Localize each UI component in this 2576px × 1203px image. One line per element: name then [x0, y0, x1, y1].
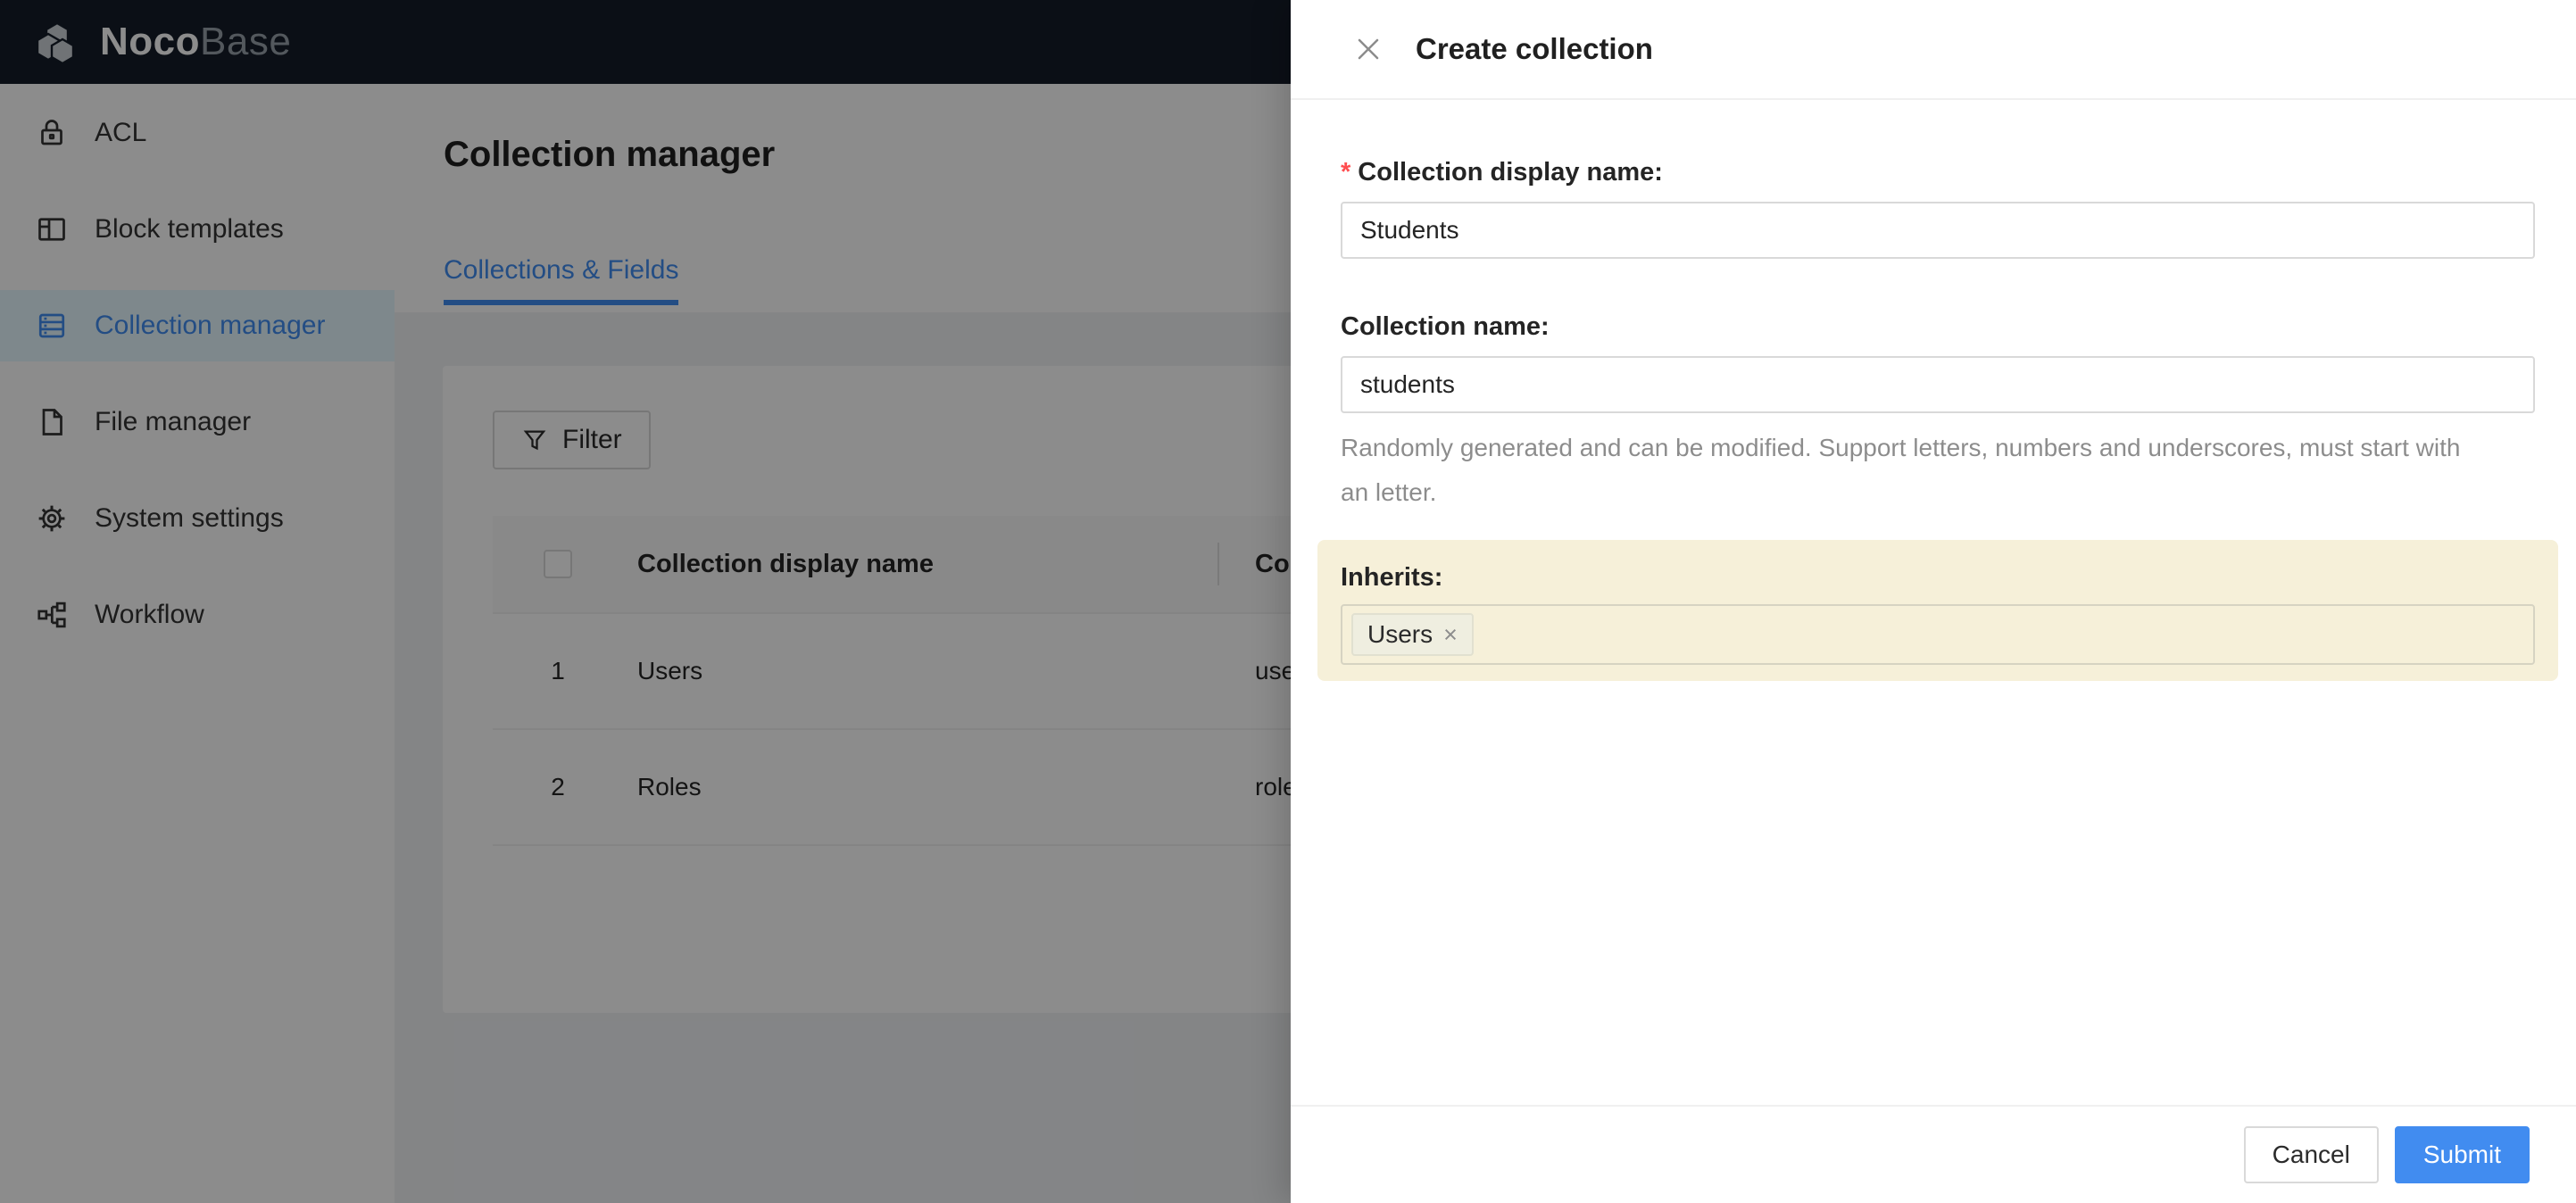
- inherits-label: Inherits:: [1341, 563, 1443, 592]
- required-mark: *: [1341, 158, 1351, 187]
- cancel-button[interactable]: Cancel: [2243, 1126, 2379, 1183]
- tag-label: Users: [1367, 620, 1433, 648]
- create-collection-drawer: Create collection * Collection display na…: [1291, 0, 2576, 1203]
- inherits-select[interactable]: Users ×: [1341, 604, 2535, 665]
- screen: NocoBase ACL Block templates Collection …: [0, 0, 2576, 1203]
- form-item-inherits: Inherits: Users ×: [1317, 540, 2558, 681]
- submit-button[interactable]: Submit: [2394, 1126, 2530, 1183]
- close-icon[interactable]: [1355, 36, 1382, 62]
- form-item-collection-name: Collection name: Randomly generated and …: [1341, 309, 2535, 515]
- display-name-label-text: Collection display name:: [1358, 158, 1663, 187]
- drawer-title: Create collection: [1416, 32, 1653, 65]
- form-item-display-name: * Collection display name:: [1341, 154, 2535, 259]
- collection-name-label: Collection name:: [1341, 312, 1550, 341]
- display-name-input[interactable]: [1341, 202, 2535, 259]
- drawer-footer: Cancel Submit: [1291, 1105, 2576, 1203]
- collection-name-input[interactable]: [1341, 356, 2535, 413]
- display-name-label: * Collection display name:: [1341, 154, 2535, 190]
- drawer-header: Create collection: [1291, 0, 2576, 100]
- inherits-tag-users: Users ×: [1351, 613, 1474, 656]
- tag-remove-icon[interactable]: ×: [1443, 622, 1458, 647]
- collection-name-help: Randomly generated and can be modified. …: [1341, 434, 2461, 506]
- drawer-body: *Collection display name: Collection nam…: [1291, 100, 2576, 681]
